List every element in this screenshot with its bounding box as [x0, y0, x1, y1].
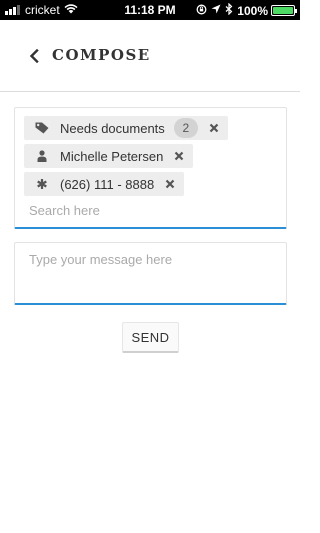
header: COMPOSE	[0, 20, 300, 92]
recipients-field[interactable]: Needs documents 2 Michelle Petersen (626…	[14, 107, 287, 229]
status-bar: cricket 11:18 PM 100%	[0, 0, 300, 20]
location-arrow-icon	[211, 4, 221, 17]
signal-icon	[5, 5, 21, 15]
status-right: 100%	[196, 2, 297, 18]
chevron-left-icon[interactable]	[24, 44, 44, 68]
battery-icon	[271, 5, 297, 16]
search-input[interactable]	[29, 200, 269, 220]
status-left: cricket	[5, 3, 78, 17]
asterisk-icon	[24, 178, 60, 190]
message-field[interactable]	[14, 242, 287, 305]
rotation-lock-icon	[196, 4, 207, 18]
recipient-chip-tag[interactable]: Needs documents 2	[24, 116, 228, 140]
carrier-name: cricket	[25, 3, 60, 17]
chip-label: Needs documents	[60, 120, 165, 136]
recipient-chip-phone[interactable]: (626) 111 - 8888	[24, 172, 185, 196]
message-input[interactable]	[29, 252, 274, 296]
close-icon[interactable]	[208, 122, 220, 134]
battery-percent: 100%	[237, 3, 268, 18]
chip-label: Michelle Petersen	[60, 148, 164, 164]
chip-label: (626) 111 - 8888	[60, 176, 155, 192]
recipient-chip-person[interactable]: Michelle Petersen	[24, 144, 194, 168]
close-icon[interactable]	[173, 150, 185, 162]
page-title: COMPOSE	[52, 46, 151, 64]
wifi-icon	[64, 3, 78, 17]
person-icon	[24, 150, 60, 162]
close-icon[interactable]	[164, 178, 176, 190]
send-button[interactable]: SEND	[122, 322, 179, 353]
chip-count-badge: 2	[173, 118, 198, 138]
bluetooth-icon	[225, 2, 233, 18]
tag-icon	[24, 122, 60, 134]
